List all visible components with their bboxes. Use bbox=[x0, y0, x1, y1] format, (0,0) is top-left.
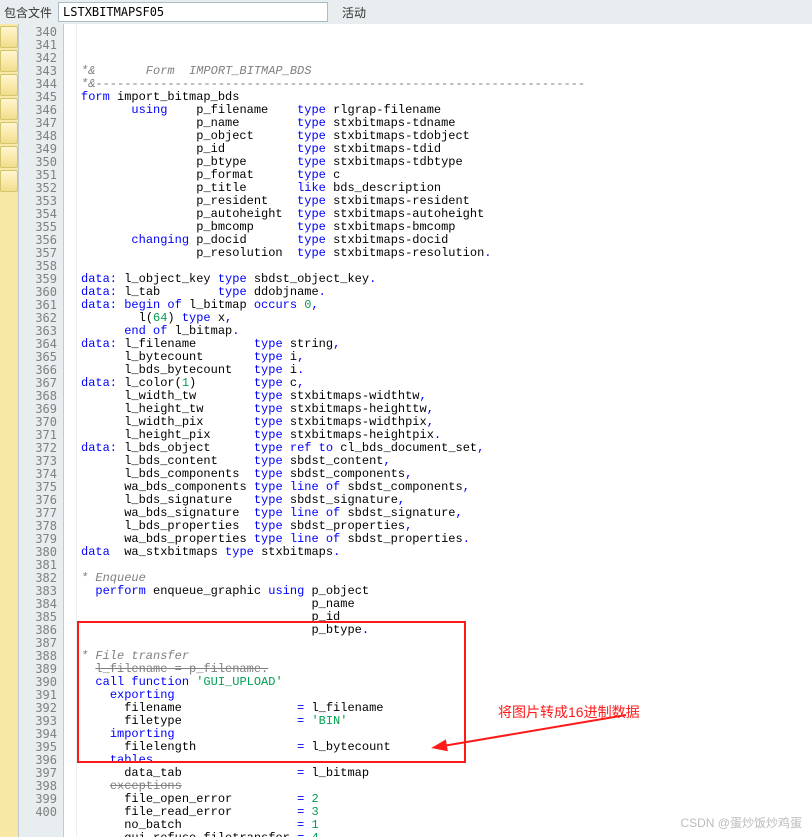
watermark: CSDN @蛋炒饭炒鸡蛋 bbox=[680, 814, 802, 831]
annotation-arrow bbox=[0, 0, 812, 837]
